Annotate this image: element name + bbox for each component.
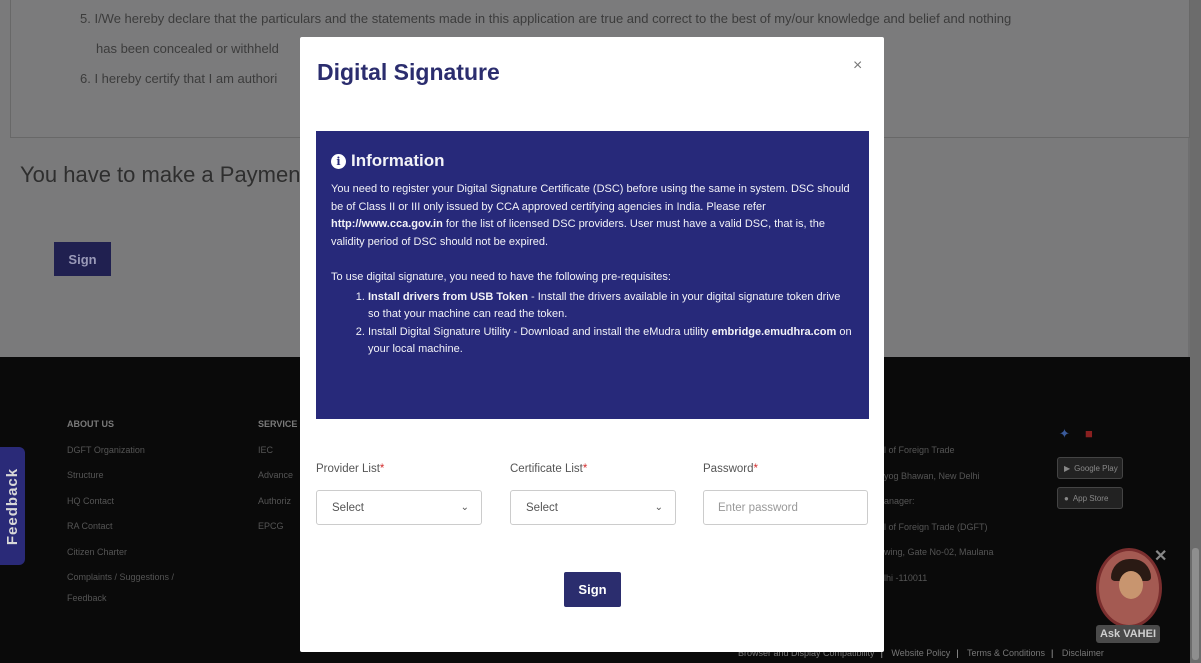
close-icon[interactable]: ×	[853, 57, 862, 75]
password-label: Password*	[703, 463, 758, 475]
footer-link[interactable]: EPCG	[258, 514, 297, 540]
footer-bottom-link[interactable]: Terms & Conditions	[967, 648, 1045, 658]
chevron-down-icon: ⌄	[654, 502, 663, 513]
assistant-close-icon[interactable]: ✕	[1154, 546, 1167, 566]
declaration-item-5-continued: has been concealed or withheld	[96, 41, 279, 56]
footer-link[interactable]: Citizen Charter	[67, 540, 174, 566]
emudhra-link[interactable]: embridge.emudhra.com	[712, 326, 837, 338]
footer-link[interactable]: Advance	[258, 463, 297, 489]
footer-about-heading: ABOUT US	[67, 419, 114, 429]
background-sign-button[interactable]: Sign	[54, 242, 111, 276]
youtube-icon[interactable]: ■	[1085, 426, 1093, 441]
footer-services-heading: SERVICE	[258, 419, 298, 429]
footer-contact-column: l of Foreign Trade yog Bhawan, New Delhi…	[884, 438, 994, 591]
avatar-face	[1119, 571, 1143, 599]
info-icon: i	[331, 153, 346, 169]
apple-icon: ●	[1064, 493, 1069, 503]
footer-link[interactable]: DGFT Organization	[67, 438, 174, 464]
footer-contact-line: anager:	[884, 496, 915, 506]
prerequisite-item: Install Digital Signature Utility - Down…	[368, 324, 855, 359]
google-play-badge[interactable]: ▶ Google Play	[1057, 457, 1123, 479]
sign-button[interactable]: Sign	[564, 572, 621, 607]
cca-link[interactable]: http://www.cca.gov.in	[331, 218, 443, 230]
app-store-badge[interactable]: ● App Store	[1057, 487, 1123, 509]
modal-title: Digital Signature	[317, 59, 500, 85]
password-input[interactable]	[703, 490, 868, 525]
assistant-label[interactable]: Ask VAHEI	[1096, 625, 1160, 643]
twitter-icon[interactable]: ✦	[1059, 426, 1070, 442]
feedback-label: Feedback	[4, 467, 22, 545]
prerequisites-intro: To use digital signature, you need to ha…	[331, 271, 671, 283]
declaration-item-5: 5. I/We hereby declare that the particul…	[80, 11, 1012, 26]
provider-list-label: Provider List*	[316, 463, 385, 475]
certificate-list-select[interactable]: Select ⌄	[510, 490, 676, 525]
certificate-list-label: Certificate List*	[510, 463, 588, 475]
footer-link[interactable]: Authoriz	[258, 489, 297, 515]
footer-link[interactable]: IEC	[258, 438, 297, 464]
footer-contact-line: l of Foreign Trade (DGFT)	[884, 521, 988, 532]
chevron-down-icon: ⌄	[460, 502, 469, 513]
information-heading: Information	[351, 151, 445, 170]
footer-bottom-link[interactable]: Website Policy	[891, 648, 950, 658]
footer-contact-line: yog Bhawan, New Delhi	[884, 470, 980, 481]
information-paragraph: You need to register your Digital Signat…	[331, 183, 850, 248]
payment-message: You have to make a Payment C	[20, 162, 329, 187]
footer-contact-line: wing, Gate No-02, Maulana	[884, 547, 994, 557]
information-heading-row: i Information	[331, 151, 855, 171]
certificate-list-value: Select	[526, 501, 558, 514]
prerequisites: To use digital signature, you need to ha…	[331, 269, 855, 359]
footer-services-column: SERVICE IEC Advance Authoriz EPCG	[258, 412, 297, 540]
play-icon: ▶	[1064, 463, 1071, 473]
footer-contact-line: lhi -110011	[884, 572, 928, 583]
provider-list-select[interactable]: Select ⌄	[316, 490, 482, 525]
footer-about-column: ABOUT US DGFT Organization Structure HQ …	[67, 412, 174, 605]
footer-link[interactable]: HQ Contact	[67, 489, 174, 515]
scrollbar-thumb[interactable]	[1192, 548, 1199, 660]
footer-link[interactable]: Complaints / Suggestions /	[67, 565, 174, 591]
assistant-avatar[interactable]	[1096, 548, 1162, 628]
footer-bottom-link[interactable]: Disclaimer	[1062, 648, 1104, 658]
footer-link[interactable]: RA Contact	[67, 514, 174, 540]
prerequisite-item: Install drivers from USB Token - Install…	[368, 289, 855, 324]
footer-link[interactable]: Feedback	[67, 591, 174, 605]
provider-list-value: Select	[332, 501, 364, 514]
footer-link[interactable]: Structure	[67, 463, 174, 489]
declaration-item-6: 6. I hereby certify that I am authori	[80, 71, 278, 86]
information-panel: i Information You need to register your …	[316, 131, 869, 419]
feedback-tab[interactable]: Feedback	[0, 447, 25, 565]
footer-contact-line: l of Foreign Trade	[884, 445, 955, 455]
digital-signature-modal: Digital Signature × i Information You ne…	[300, 37, 884, 652]
